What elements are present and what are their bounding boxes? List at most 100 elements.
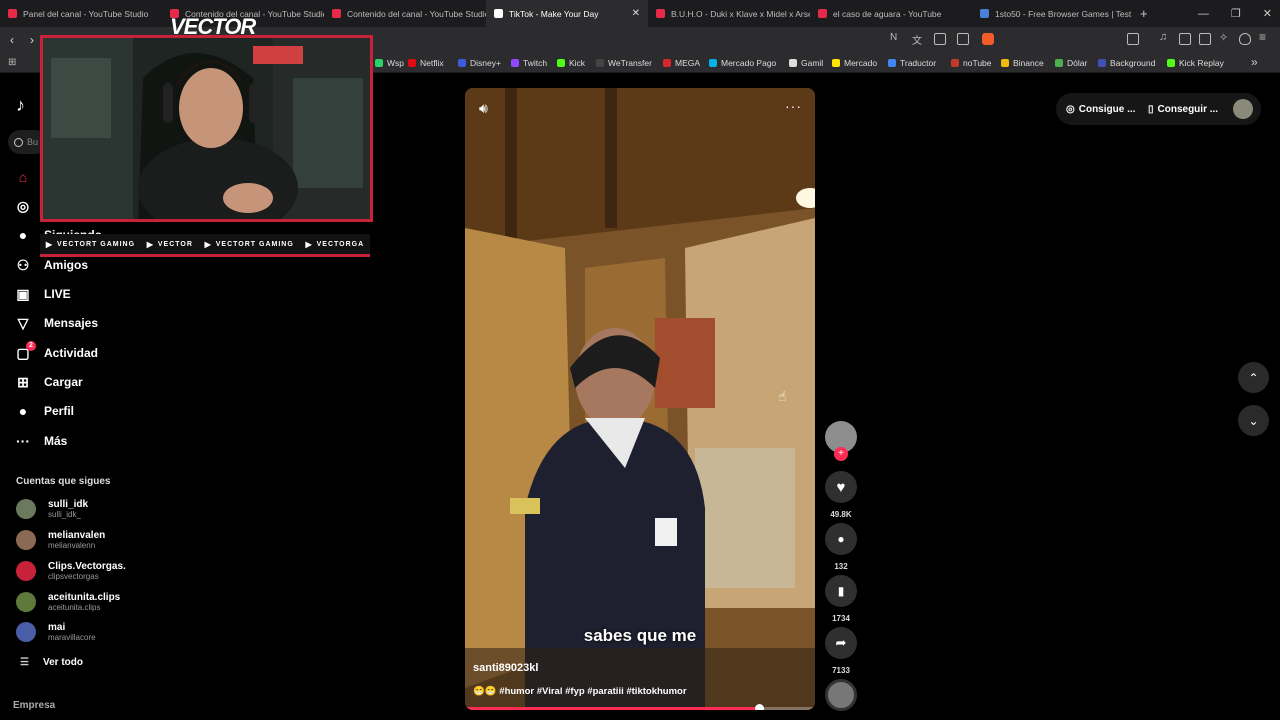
wallet-icon[interactable]	[1199, 33, 1211, 45]
browser-tab[interactable]: 1sto50 - Free Browser Games | Test	[972, 0, 1134, 27]
more-bookmarks-icon[interactable]: »	[1251, 55, 1258, 69]
tab-favicon-icon	[332, 9, 341, 18]
creator-avatar-button[interactable]: +	[825, 421, 857, 461]
bookmark-item[interactable]: Kick	[557, 52, 585, 73]
new-tab-button[interactable]: +	[1140, 6, 1148, 21]
video-hashtags[interactable]: 😁😁 #humor #Viral #fyp #paratiii #tiktokh…	[473, 686, 687, 697]
bookmark-item[interactable]: Background	[1098, 52, 1155, 73]
next-video-button[interactable]: ⌄	[1238, 405, 1269, 436]
back-icon[interactable]: ‹	[10, 27, 14, 52]
bookmark-item[interactable]: Traductor	[888, 52, 936, 73]
following-name: melianvalen	[48, 530, 106, 541]
footer-company-link[interactable]: Empresa	[13, 700, 55, 711]
sidebar-item-more[interactable]: ··· Más	[14, 429, 67, 453]
previous-video-button[interactable]: ⌃	[1238, 362, 1269, 393]
upload-icon: ⊞	[17, 373, 29, 390]
apps-grid-icon[interactable]: ⊞	[8, 57, 16, 68]
sidebar-toggle-icon[interactable]	[1179, 33, 1191, 45]
bookmark-item[interactable]: Mercado	[832, 52, 877, 73]
following-handle: aceitunita.clips	[48, 603, 101, 612]
chevron-up-icon: ⌃	[1248, 370, 1259, 385]
cast-icon[interactable]	[934, 33, 946, 45]
save-button[interactable]: ▮ 1734	[825, 575, 857, 623]
bookmark-item[interactable]: WeTransfer	[596, 52, 652, 73]
minimize-icon[interactable]: —	[1198, 8, 1209, 20]
bookmark-item[interactable]: Gamil	[789, 52, 823, 73]
sidebar-item-upload[interactable]: ⊞ Cargar	[14, 370, 83, 394]
following-item[interactable]: sulli_idk sulli_idk_	[16, 499, 88, 519]
like-button[interactable]: ♥ 49.8K	[825, 471, 857, 519]
video-options-icon[interactable]: ···	[785, 98, 802, 114]
search-input[interactable]: Bu	[27, 137, 38, 147]
heart-icon[interactable]: ♥	[825, 471, 857, 503]
share-button[interactable]: ➦ 7133	[825, 627, 857, 675]
bookmark-favicon-icon	[663, 58, 671, 67]
bookmark-item[interactable]: Disney+	[458, 52, 501, 73]
progress-knob[interactable]	[755, 704, 764, 710]
comment-button[interactable]: ● 132	[825, 523, 857, 571]
see-all-link[interactable]: ☰ Ver todo	[20, 657, 83, 668]
follow-plus-icon[interactable]: +	[834, 447, 848, 461]
browser-tab[interactable]: B.U.H.O - Duki x Klave x Midel x Arse	[648, 0, 810, 27]
bookmark-item[interactable]: Kick Replay	[1167, 52, 1224, 73]
volume-icon[interactable]: 🔊︎	[479, 100, 488, 117]
bookmark-favicon-icon	[557, 58, 565, 67]
avatar	[16, 530, 36, 550]
bookmark-item[interactable]: Mercado Pago	[709, 52, 776, 73]
sidebar-item-messages[interactable]: ▽ Mensajes	[14, 311, 98, 335]
music-disc-icon[interactable]	[825, 679, 857, 711]
sound-disc-button[interactable]	[825, 679, 857, 711]
bookmark-favicon-icon	[1167, 58, 1175, 67]
get-app-button[interactable]: ▯ Conseguir ...	[1148, 97, 1218, 121]
bookmark-icon[interactable]: ▮	[825, 575, 857, 607]
browser-tab[interactable]: Panel del canal - YouTube Studio	[0, 0, 162, 27]
sidebar-item-live[interactable]: ▣ LIVE	[14, 282, 70, 306]
following-item[interactable]: mai maravillacore	[16, 622, 96, 642]
see-all-label: Ver todo	[42, 657, 83, 668]
sidebar-item-activity[interactable]: ▢ Actividad 2	[14, 341, 98, 365]
get-coins-label: Consigue ...	[1078, 103, 1136, 115]
bookmark-item[interactable]: Binance	[1001, 52, 1044, 73]
music-icon[interactable]: ♫	[1159, 31, 1171, 43]
bookmark-item[interactable]: Twitch	[511, 52, 547, 73]
get-coins-button[interactable]: ◎ Consigue ...	[1066, 97, 1135, 121]
leo-ai-icon[interactable]: ✧	[1219, 31, 1231, 44]
translate-icon[interactable]: 文	[912, 32, 924, 47]
bookmark-item[interactable]: Wsp	[375, 52, 404, 73]
tab-favicon-icon	[494, 9, 503, 18]
following-item[interactable]: melianvalen melianvalenn	[16, 530, 105, 550]
bookmark-label: Mercado	[844, 57, 878, 68]
tiktok-logo-icon[interactable]: ♪	[16, 95, 25, 116]
restore-icon[interactable]: ❐	[1231, 7, 1241, 20]
bookmark-favicon-icon	[888, 58, 896, 67]
screenshot-icon[interactable]	[1127, 33, 1139, 45]
browser-tab[interactable]: Contenido del canal - YouTube Studio	[324, 0, 486, 27]
comment-icon[interactable]: ●	[825, 523, 857, 555]
browser-tab[interactable]: TikTok - Make Your Day ✕	[486, 0, 648, 27]
bookmark-item[interactable]: Netflix	[408, 52, 444, 73]
reader-icon[interactable]: N	[890, 32, 902, 44]
bookmark-item[interactable]: MEGA	[663, 52, 700, 73]
bookmark-item[interactable]: noTube	[951, 52, 992, 73]
bookmark-favicon-icon	[1001, 58, 1009, 67]
bookmark-label: Gamil	[801, 57, 824, 68]
sidebar-item-profile[interactable]: ● Perfil	[14, 399, 74, 423]
video-progress-bar[interactable]	[465, 704, 815, 710]
profile-avatar[interactable]	[1233, 99, 1253, 119]
forward-icon[interactable]: ›	[30, 27, 34, 52]
close-tab-icon[interactable]: ✕	[632, 8, 640, 19]
video-username[interactable]: santi89023kl	[473, 662, 538, 674]
menu-icon[interactable]: ≡	[1259, 30, 1271, 44]
vpn-icon[interactable]	[1239, 33, 1251, 45]
following-item[interactable]: aceitunita.clips aceitunita.clips	[16, 592, 120, 612]
share-icon[interactable]	[957, 33, 969, 45]
brave-shield-icon[interactable]	[982, 33, 994, 45]
close-window-icon[interactable]: ✕	[1263, 7, 1272, 20]
share-arrow-icon[interactable]: ➦	[825, 627, 857, 659]
video-player[interactable]: 🔊︎ ··· sabes que me santi89023kl 😁😁 #hum…	[465, 88, 815, 710]
sidebar-item-label: Amigos	[44, 258, 89, 272]
following-item[interactable]: Clips.Vectorgas. clipsvectorgas	[16, 561, 126, 581]
browser-tab[interactable]: el caso de aguara - YouTube	[810, 0, 972, 27]
bookmark-item[interactable]: Dólar	[1055, 52, 1087, 73]
tab-favicon-icon	[818, 9, 827, 18]
